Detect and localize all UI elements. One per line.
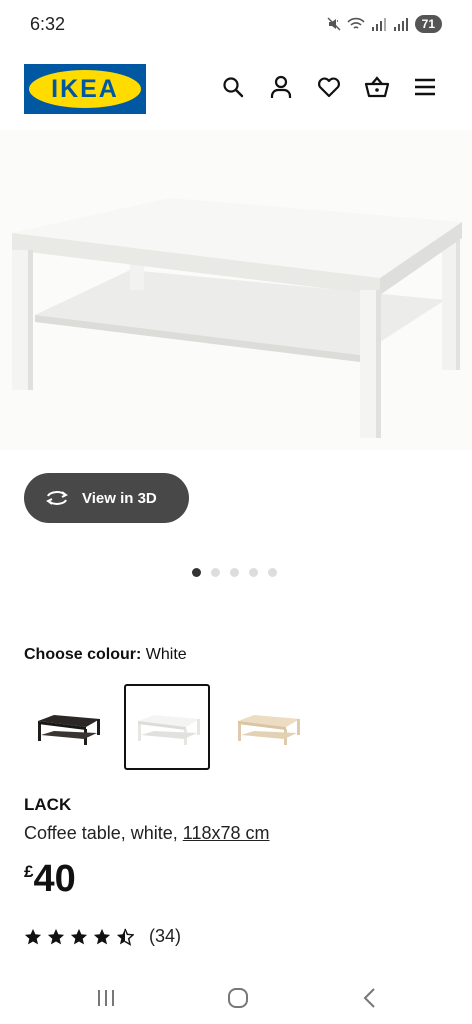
product-name: LACK [24,795,72,814]
wifi-icon [347,17,365,29]
carousel-dot[interactable] [268,568,277,577]
product-description: Coffee table, white, 118x78 cm [24,823,269,844]
price-currency: £ [24,862,34,881]
rating[interactable]: (34) [24,926,181,947]
header: IKEA [0,58,472,120]
menu-icon[interactable] [412,74,438,100]
star-icon [70,928,88,944]
ikea-logo[interactable]: IKEA [24,64,146,114]
star-icon [24,928,42,944]
basket-icon[interactable] [364,74,390,100]
carousel-dot[interactable] [192,568,201,577]
recent-apps-icon [98,990,114,1006]
carousel-dots [192,568,277,577]
back-button[interactable] [350,982,390,1014]
star-icon [93,928,111,944]
black-table-thumbnail [38,715,100,745]
search-icon[interactable] [220,74,246,100]
rotate-3d-icon [46,491,68,505]
swatch-black-brown[interactable] [24,684,110,770]
system-nav-bar [0,972,472,1024]
half-star-icon [116,928,134,946]
rating-count: (34) [149,926,182,946]
home-button[interactable] [218,982,258,1014]
swatch-oak-effect[interactable] [224,684,310,770]
oak-table-thumbnail [238,715,300,745]
carousel-dot[interactable] [211,568,220,577]
status-icons: 71 [327,15,442,33]
product-image[interactable] [0,130,472,450]
choose-colour-label: Choose colour: [24,646,142,663]
back-icon [363,988,375,1008]
carousel-dot[interactable] [230,568,239,577]
signal-icon [371,18,386,31]
user-icon[interactable] [268,74,294,100]
recent-apps-button[interactable] [86,982,126,1014]
colour-label-line: Choose colour: White [24,646,187,664]
mute-icon [327,17,341,31]
product-size-link[interactable]: 118x78 cm [183,823,270,843]
product-description-text: Coffee table, white, [24,823,183,843]
price-amount: 40 [33,858,76,900]
home-icon [228,988,248,1008]
colour-swatches [24,684,310,770]
status-bar: 6:32 71 [0,0,472,52]
status-time: 6:32 [30,14,66,34]
heart-icon[interactable] [316,74,342,100]
view-in-3d-button[interactable]: View in 3D [24,473,189,523]
carousel-dot[interactable] [249,568,258,577]
view-in-3d-label: View in 3D [82,489,157,507]
star-icon [47,928,65,944]
logo-text: IKEA [51,74,119,103]
battery-indicator: 71 [414,15,442,33]
white-table-thumbnail [138,715,200,745]
signal-icon-2 [393,18,408,31]
selected-colour: White [145,646,187,663]
logo-oval: IKEA [29,70,141,108]
product-price: £40 [24,858,76,901]
header-actions [220,74,438,100]
swatch-white[interactable] [124,684,210,770]
coffee-table-image [12,198,462,438]
